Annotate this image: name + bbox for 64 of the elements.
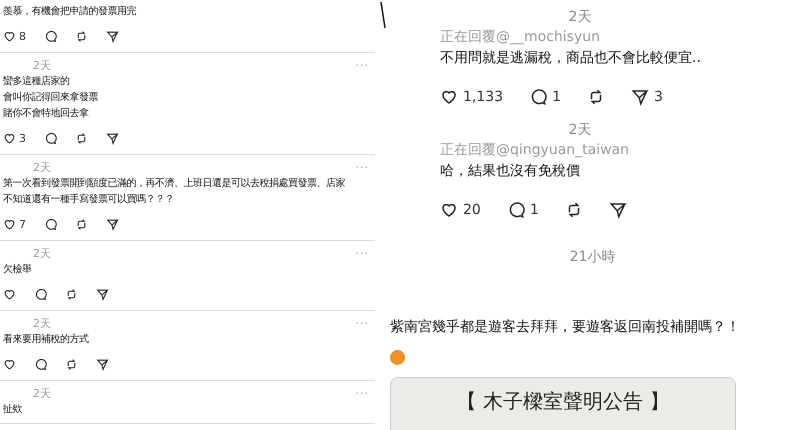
more-icon[interactable]: ···: [356, 247, 375, 260]
comment-text: 扯欸: [3, 402, 22, 417]
comment-text: 羨慕，有機會把申請的發票用完: [3, 4, 136, 19]
post-time: 2天: [568, 8, 592, 26]
send-icon[interactable]: [96, 288, 109, 300]
share-count: 3: [654, 89, 663, 105]
reply-count: 1: [530, 202, 539, 218]
post-time: 2天: [33, 160, 51, 175]
heart-icon[interactable]: [440, 88, 458, 106]
comment-text: 賭你不會特地回去拿: [3, 106, 88, 121]
comment-icon[interactable]: [44, 132, 57, 144]
post-time: 2天: [568, 121, 592, 139]
comment-text: 蠻多這種店家的: [3, 74, 70, 89]
post-time: 2天: [33, 58, 51, 73]
post-time: 2天: [33, 246, 51, 261]
reply-text: 不用問就是逃漏稅，商品也不會比較便宜..: [440, 49, 702, 67]
more-icon[interactable]: ···: [356, 161, 375, 174]
repost-icon[interactable]: [75, 218, 88, 230]
like-count: 1,133: [463, 89, 504, 105]
like-count: 3: [19, 132, 26, 144]
comment-icon[interactable]: [44, 218, 57, 230]
heart-icon[interactable]: [3, 218, 16, 230]
send-icon[interactable]: [608, 201, 627, 219]
post-time: 2天: [33, 386, 51, 401]
comment-text: 看來要用補稅的方式: [3, 332, 88, 347]
heart-icon[interactable]: [440, 201, 458, 219]
send-icon[interactable]: [106, 30, 119, 42]
heart-icon[interactable]: [3, 288, 16, 300]
comment-icon[interactable]: [44, 30, 57, 42]
pen-stroke-icon: [380, 0, 386, 30]
more-icon[interactable]: ···: [356, 317, 375, 330]
comment-icon[interactable]: [34, 358, 47, 370]
heart-icon[interactable]: [3, 30, 16, 42]
post-text: 紫南宮幾乎都是遊客去拜拜，要遊客返回南投補開嗎？！: [390, 318, 741, 336]
comment-icon[interactable]: [506, 201, 525, 219]
post-time: 2天: [33, 316, 51, 331]
reply-count: 1: [552, 89, 562, 105]
replying-to-text: 正在回覆@qingyuan_taiwan: [440, 141, 630, 159]
emoji-icon: [390, 350, 405, 365]
repost-icon[interactable]: [65, 288, 78, 300]
send-icon[interactable]: [631, 88, 650, 106]
replying-to-text: 正在回覆@__mochisyun: [440, 28, 601, 46]
like-count: 7: [19, 218, 26, 230]
comment-icon[interactable]: [529, 88, 548, 106]
comment-text: 第一次看到發票開到額度已滿的，再不濟、上班日還是可以去稅捐處買發票、店家: [3, 176, 345, 191]
heart-icon[interactable]: [3, 132, 16, 144]
comment-icon[interactable]: [34, 288, 47, 300]
send-icon[interactable]: [96, 358, 109, 370]
comment-text: 不知道還有一種手寫發票可以買嗎？？？: [3, 192, 174, 207]
send-icon[interactable]: [106, 218, 119, 230]
send-icon[interactable]: [106, 132, 119, 144]
like-count: 8: [19, 30, 26, 42]
card-title: 【 木子樑室聲明公告 】: [456, 388, 670, 415]
post-time: 21小時: [568, 248, 616, 266]
comment-text: 欠檢舉: [3, 262, 32, 277]
heart-icon[interactable]: [3, 358, 16, 370]
repost-icon[interactable]: [65, 358, 78, 370]
more-icon[interactable]: ···: [356, 59, 375, 72]
reply-text: 哈，結果也沒有免稅價: [440, 162, 581, 180]
comment-text: 會叫你記得回來拿發票: [3, 90, 98, 105]
repost-icon[interactable]: [75, 132, 88, 144]
more-icon[interactable]: ···: [356, 387, 375, 400]
repost-icon[interactable]: [75, 30, 88, 42]
like-count: 20: [463, 202, 481, 218]
